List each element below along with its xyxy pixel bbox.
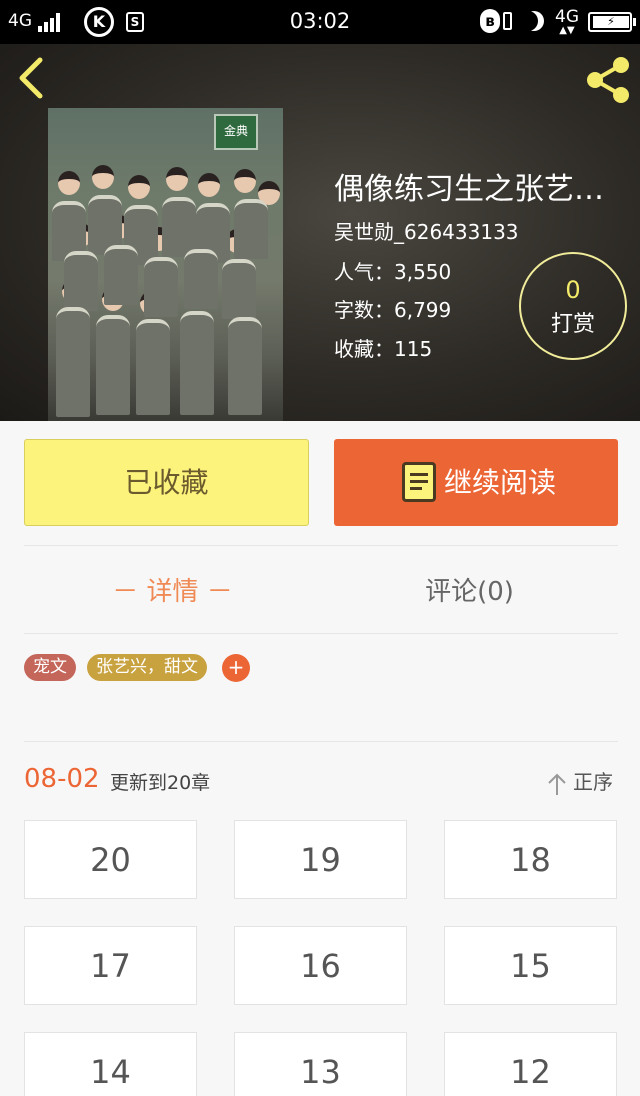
chapter-item[interactable]: 19 — [234, 820, 407, 899]
book-cover-image[interactable]: 金典 — [48, 108, 283, 421]
chapter-item[interactable]: 18 — [444, 820, 617, 899]
update-text: 更新到20章 — [110, 772, 211, 794]
sort-arrow-icon — [547, 772, 567, 796]
chapter-item[interactable]: 20 — [24, 820, 197, 899]
battery-icon: ⚡ — [588, 12, 636, 32]
tab-detail[interactable]: － 详情 － — [24, 572, 321, 612]
continue-reading-label: 继续阅读 — [444, 466, 557, 499]
sort-order-label: 正序 — [573, 770, 613, 794]
tag-item[interactable]: 张艺兴，甜文 — [87, 654, 207, 681]
chapter-item[interactable]: 13 — [234, 1032, 407, 1096]
tab-comments[interactable]: 评论(0) — [321, 572, 618, 612]
update-date: 08-02 — [24, 764, 100, 794]
clock: 03:02 — [289, 9, 351, 33]
book-word-count: 字数：6,799 — [334, 298, 452, 322]
chapter-item[interactable]: 17 — [24, 926, 197, 1005]
chapter-item[interactable]: 15 — [444, 926, 617, 1005]
status-bar: 4G K S 03:02 ʙ 4G ▲▼ ⚡ — [0, 0, 640, 44]
book-icon — [402, 462, 436, 502]
tag-item[interactable]: 宠文 — [24, 654, 76, 681]
chapter-item[interactable]: 16 — [234, 926, 407, 1005]
reward-count: 0 — [565, 276, 581, 304]
share-icon[interactable] — [584, 56, 632, 104]
book-title: 偶像练习生之张艺… — [334, 172, 604, 207]
chapter-item[interactable]: 12 — [444, 1032, 617, 1096]
back-arrow-icon[interactable] — [14, 56, 50, 100]
favorited-button[interactable]: 已收藏 — [24, 439, 309, 526]
cover-crowd — [48, 165, 283, 421]
sort-order-button[interactable]: 正序 — [547, 766, 613, 796]
bluetooth-icon: ʙ — [480, 9, 500, 33]
book-author[interactable]: 吴世勋_626433133 — [334, 216, 519, 245]
continue-reading-button[interactable]: 继续阅读 — [334, 439, 618, 526]
divider — [24, 545, 618, 546]
lte-indicator: 4G ▲▼ — [555, 7, 579, 36]
reward-label: 打赏 — [550, 312, 595, 337]
moon-icon — [518, 11, 538, 31]
cover-sign: 金典 — [214, 114, 258, 150]
chapter-item[interactable]: 14 — [24, 1032, 197, 1096]
book-favorites: 收藏：115 — [334, 337, 433, 361]
divider — [24, 741, 618, 742]
vibrate-icon — [503, 12, 512, 30]
add-tag-button[interactable]: + — [222, 654, 250, 682]
book-header: 金典 偶像练习生之张艺… 吴世勋_626433133 人气：3,550 字数：6… — [0, 44, 640, 421]
book-popularity: 人气：3,550 — [334, 260, 452, 284]
divider — [24, 633, 618, 634]
reward-button[interactable]: 0 打赏 — [519, 252, 627, 360]
